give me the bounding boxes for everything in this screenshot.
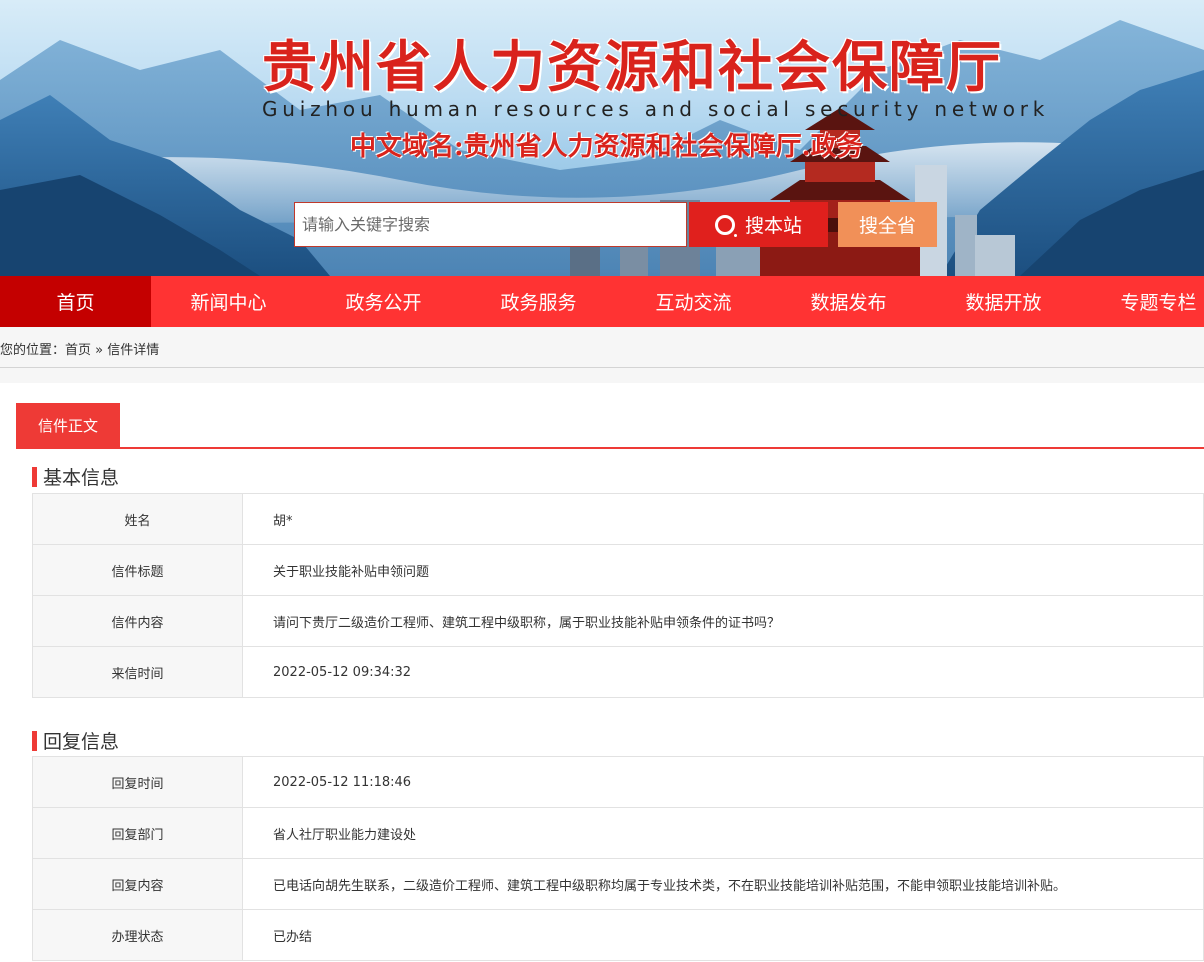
nav-item-data-release[interactable]: 数据发布 — [771, 276, 926, 327]
table-row: 回复部门 省人社厅职业能力建设处 — [32, 807, 1204, 859]
divider — [0, 367, 1204, 368]
section-marker — [32, 730, 37, 751]
nav-item-gov-affairs-open[interactable]: 政务公开 — [306, 276, 461, 327]
search-input[interactable] — [302, 215, 686, 234]
row-value-letter-time: 2022-05-12 09:34:32 — [242, 646, 1204, 698]
row-label-reply-content: 回复内容 — [32, 858, 243, 910]
tab-letter-body[interactable]: 信件正文 — [16, 403, 120, 448]
table-row: 姓名 胡* — [32, 493, 1204, 545]
table-row: 来信时间 2022-05-12 09:34:32 — [32, 646, 1204, 698]
main-nav: 首页 新闻中心 政务公开 政务服务 互动交流 数据发布 数据开放 专题专栏 — [0, 276, 1204, 327]
table-row: 信件内容 请问下贵厅二级造价工程师、建筑工程中级职称，属于职业技能补贴申领条件的… — [32, 595, 1204, 647]
nav-item-gov-services[interactable]: 政务服务 — [461, 276, 616, 327]
site-subtitle: Guizhou human resources and social secur… — [262, 97, 1050, 121]
site-title: 贵州省人力资源和社会保障厅 — [262, 35, 1004, 99]
row-value-status: 已办结 — [242, 909, 1204, 961]
row-label-name: 姓名 — [32, 493, 243, 545]
search-province-button[interactable]: 搜全省 — [838, 202, 937, 247]
header-banner: 贵州省人力资源和社会保障厅 Guizhou human resources an… — [0, 0, 1204, 276]
search-icon — [714, 214, 737, 237]
row-label-reply-dept: 回复部门 — [32, 807, 243, 859]
search-site-button[interactable]: 搜本站 — [689, 202, 828, 247]
row-value-letter-title: 关于职业技能补贴申领问题 — [242, 544, 1204, 596]
tab-underline — [16, 447, 1204, 449]
table-row: 办理状态 已办结 — [32, 909, 1204, 961]
row-label-reply-time: 回复时间 — [32, 756, 243, 808]
row-label-status: 办理状态 — [32, 909, 243, 961]
breadcrumb-prefix: 您的位置： — [0, 343, 66, 358]
table-row: 回复内容 已电话向胡先生联系，二级造价工程师、建筑工程中级职称均属于专业技术类，… — [32, 858, 1204, 910]
row-label-letter-title: 信件标题 — [32, 544, 243, 596]
row-label-letter-time: 来信时间 — [32, 646, 243, 698]
breadcrumb-current: 信件详情 — [107, 343, 160, 358]
section-marker — [32, 466, 37, 487]
table-row: 信件标题 关于职业技能补贴申领问题 — [32, 544, 1204, 596]
nav-item-open-data[interactable]: 数据开放 — [926, 276, 1081, 327]
row-value-reply-content: 已电话向胡先生联系，二级造价工程师、建筑工程中级职称均属于专业技术类，不在职业技… — [242, 858, 1204, 910]
site-domain-line: 中文域名:贵州省人力资源和社会保障厅.政务 — [350, 132, 863, 162]
basic-info-table: 姓名 胡* 信件标题 关于职业技能补贴申领问题 信件内容 请问下贵厅二级造价工程… — [32, 493, 1204, 698]
section-heading: 回复信息 — [43, 731, 120, 753]
row-label-letter-content: 信件内容 — [32, 595, 243, 647]
reply-info-table: 回复时间 2022-05-12 11:18:46 回复部门 省人社厅职业能力建设… — [32, 756, 1204, 961]
row-value-reply-dept: 省人社厅职业能力建设处 — [242, 807, 1204, 859]
section-title-basic-info: 基本信息 — [32, 463, 119, 490]
nav-item-home[interactable]: 首页 — [0, 276, 151, 327]
section-heading: 基本信息 — [43, 467, 120, 489]
search-site-label: 搜本站 — [744, 215, 802, 237]
row-value-reply-time: 2022-05-12 11:18:46 — [242, 756, 1204, 808]
breadcrumb: 您的位置：首页 » 信件详情 — [0, 339, 159, 358]
row-value-name: 胡* — [242, 493, 1204, 545]
breadcrumb-separator: » — [91, 343, 108, 358]
table-row: 回复时间 2022-05-12 11:18:46 — [32, 756, 1204, 808]
breadcrumb-home-link[interactable]: 首页 — [65, 343, 91, 358]
breadcrumb-bar: 您的位置：首页 » 信件详情 — [0, 327, 1204, 383]
row-value-letter-content: 请问下贵厅二级造价工程师、建筑工程中级职称，属于职业技能补贴申领条件的证书吗？ — [242, 595, 1204, 647]
nav-item-interaction[interactable]: 互动交流 — [616, 276, 771, 327]
nav-item-news[interactable]: 新闻中心 — [151, 276, 306, 327]
nav-item-topics[interactable]: 专题专栏 — [1081, 276, 1204, 327]
section-title-reply-info: 回复信息 — [32, 727, 119, 754]
search-box — [294, 202, 687, 247]
